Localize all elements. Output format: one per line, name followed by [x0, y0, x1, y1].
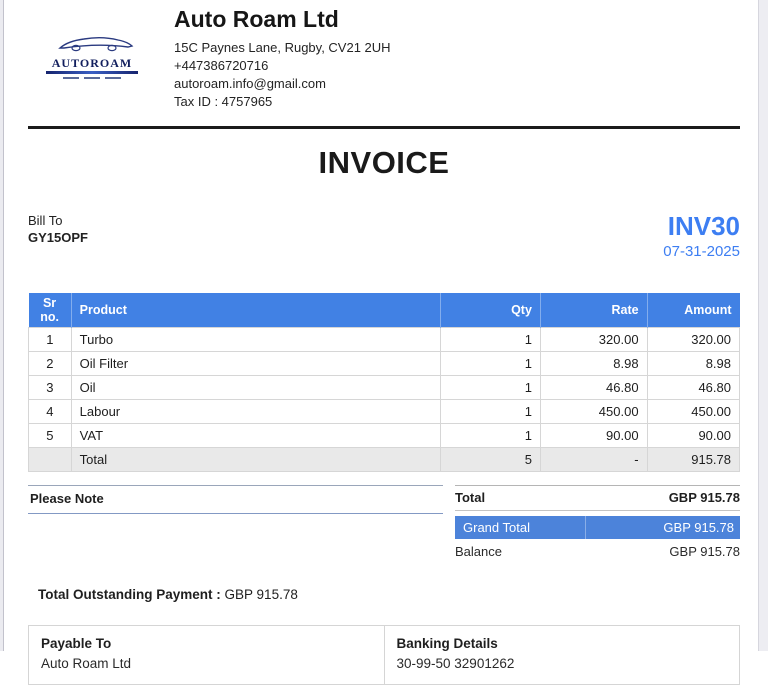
cell-srno: 4 — [29, 400, 72, 424]
totals-row-total: Total GBP 915.78 — [455, 485, 740, 511]
header-divider — [28, 126, 740, 129]
cell-qty: 1 — [441, 400, 541, 424]
page-title: INVOICE — [28, 145, 740, 181]
cell-product: Oil — [71, 376, 441, 400]
company-name: Auto Roam Ltd — [174, 6, 391, 33]
outstanding-payment: Total Outstanding Payment : GBP 915.78 — [28, 587, 740, 602]
table-header: Sr no. Product Qty Rate Amount — [29, 293, 740, 328]
cell-rate: 46.80 — [540, 376, 647, 400]
col-header-amount: Amount — [647, 293, 739, 328]
cell-srno: 1 — [29, 328, 72, 352]
col-header-product: Product — [71, 293, 441, 328]
car-icon — [46, 32, 138, 52]
outstanding-value: GBP 915.78 — [225, 587, 298, 602]
bill-to-label: Bill To — [28, 212, 88, 229]
company-email: autoroam.info@gmail.com — [174, 75, 391, 93]
logo-underline — [46, 71, 138, 74]
cell-rate: - — [540, 448, 647, 472]
cell-amount: 320.00 — [647, 328, 739, 352]
cell-product: Turbo — [71, 328, 441, 352]
cell-amount: 8.98 — [647, 352, 739, 376]
col-header-srno: Sr no. — [29, 293, 72, 328]
table-total-row: Total 5 - 915.78 — [29, 448, 740, 472]
cell-amount: 46.80 — [647, 376, 739, 400]
bill-to-value: GY15OPF — [28, 229, 88, 246]
invoice-number-block: INV30 07-31-2025 — [663, 212, 740, 260]
company-info: Auto Roam Ltd 15C Paynes Lane, Rugby, CV… — [174, 6, 391, 111]
invoice-page: AUTOROAM Auto Roam Ltd 15C Paynes Lane, … — [28, 0, 740, 685]
banking-details-label: Banking Details — [397, 634, 728, 654]
table-row: 4 Labour 1 450.00 450.00 — [29, 400, 740, 424]
company-address: 15C Paynes Lane, Rugby, CV21 2UH — [174, 39, 391, 57]
invoice-number: INV30 — [663, 212, 740, 240]
invoice-meta-row: Bill To GY15OPF INV30 07-31-2025 — [28, 212, 740, 260]
cell-qty: 1 — [441, 424, 541, 448]
cell-srno: 3 — [29, 376, 72, 400]
col-header-qty: Qty — [441, 293, 541, 328]
cell-qty: 1 — [441, 328, 541, 352]
company-tax-id: Tax ID : 4757965 — [174, 93, 391, 111]
table-row: 1 Turbo 1 320.00 320.00 — [29, 328, 740, 352]
table-row: 2 Oil Filter 1 8.98 8.98 — [29, 352, 740, 376]
totals-row-balance: Balance GBP 915.78 — [455, 539, 740, 564]
totals-summary: Total GBP 915.78 Grand Total GBP 915.78 … — [455, 485, 740, 564]
outstanding-label: Total Outstanding Payment : — [38, 587, 221, 602]
cell-rate: 8.98 — [540, 352, 647, 376]
payment-details-box: Payable To Auto Roam Ltd Banking Details… — [28, 625, 740, 685]
logo-text: AUTOROAM — [38, 57, 146, 69]
cell-qty: 1 — [441, 376, 541, 400]
company-header: AUTOROAM Auto Roam Ltd 15C Paynes Lane, … — [28, 0, 740, 111]
cell-product: Oil Filter — [71, 352, 441, 376]
cell-srno: 2 — [29, 352, 72, 376]
company-logo: AUTOROAM — [38, 32, 146, 111]
grand-total-label: Grand Total — [455, 516, 586, 539]
grand-total-value: GBP 915.78 — [586, 516, 740, 539]
bill-to-block: Bill To GY15OPF — [28, 212, 88, 260]
payable-to-label: Payable To — [41, 634, 372, 654]
total-value: GBP 915.78 — [669, 490, 740, 505]
page-edge-right — [758, 0, 768, 651]
cell-amount: 90.00 — [647, 424, 739, 448]
total-label: Total — [455, 490, 485, 505]
cell-srno: 5 — [29, 424, 72, 448]
company-phone: +447386720716 — [174, 57, 391, 75]
table-row: 5 VAT 1 90.00 90.00 — [29, 424, 740, 448]
cell-amount: 450.00 — [647, 400, 739, 424]
payable-to-cell: Payable To Auto Roam Ltd — [29, 626, 385, 684]
cell-amount: 915.78 — [647, 448, 739, 472]
totals-row-grand-total: Grand Total GBP 915.78 — [455, 516, 740, 539]
balance-value: GBP 915.78 — [669, 544, 740, 559]
cell-rate: 320.00 — [540, 328, 647, 352]
cell-qty: 5 — [441, 448, 541, 472]
table-row: 3 Oil 1 46.80 46.80 — [29, 376, 740, 400]
cell-product: Total — [71, 448, 441, 472]
logo-tagline — [38, 77, 146, 79]
please-note: Please Note — [28, 485, 443, 514]
cell-product: Labour — [71, 400, 441, 424]
balance-label: Balance — [455, 544, 502, 559]
payable-to-value: Auto Roam Ltd — [41, 654, 372, 674]
cell-rate: 450.00 — [540, 400, 647, 424]
cell-srno — [29, 448, 72, 472]
banking-details-cell: Banking Details 30-99-50 32901262 — [385, 626, 740, 684]
cell-rate: 90.00 — [540, 424, 647, 448]
page-edge-left — [0, 0, 4, 651]
cell-product: VAT — [71, 424, 441, 448]
line-items-table: Sr no. Product Qty Rate Amount 1 Turbo 1… — [28, 293, 740, 472]
invoice-date: 07-31-2025 — [663, 243, 740, 260]
cell-qty: 1 — [441, 352, 541, 376]
banking-details-value: 30-99-50 32901262 — [397, 654, 728, 674]
col-header-rate: Rate — [540, 293, 647, 328]
note-and-totals: Please Note Total GBP 915.78 Grand Total… — [28, 485, 740, 564]
